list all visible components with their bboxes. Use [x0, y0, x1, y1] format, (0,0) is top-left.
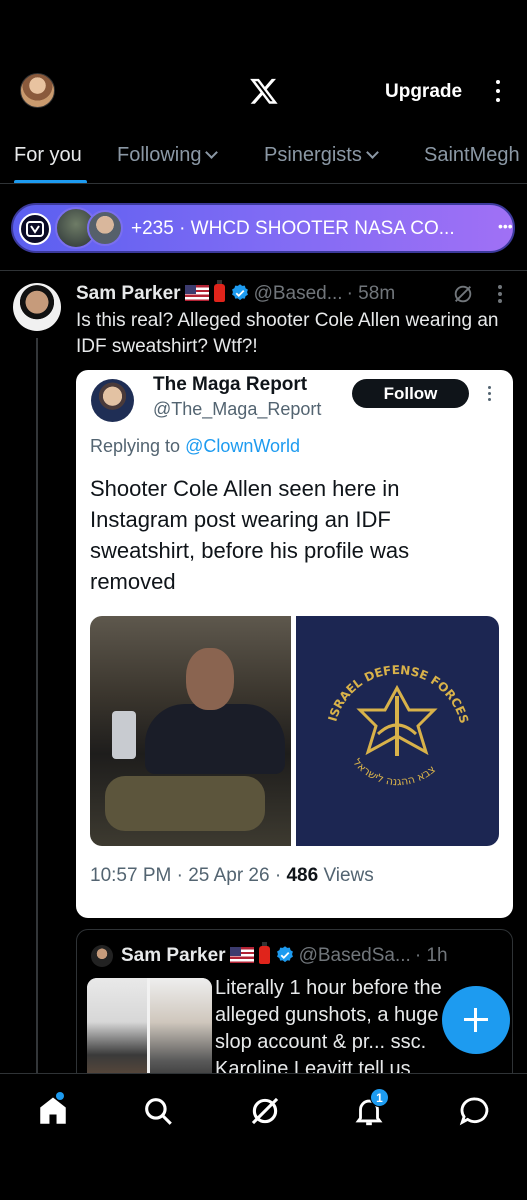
- quote2-header: Sam Parker @BasedSa... · 1h: [121, 942, 448, 967]
- quote2-author-avatar: [91, 945, 113, 967]
- quote-author-avatar[interactable]: [91, 379, 134, 422]
- grok-nav-icon[interactable]: [248, 1094, 282, 1128]
- quoted-post[interactable]: The Maga Report @The_Maga_Report Follow …: [76, 370, 513, 918]
- top-bar: Upgrade: [0, 0, 527, 130]
- idf-emblem-icon: [356, 684, 438, 756]
- tab-for-you[interactable]: For you: [14, 144, 82, 167]
- media-image-sweatshirt[interactable]: ISRAEL DEFENSE FORCES צבא ההגנה לישראל: [296, 616, 499, 846]
- verified-badge-icon: [276, 946, 293, 963]
- quote-text: Shooter Cole Allen seen here in Instagra…: [90, 476, 410, 594]
- search-icon[interactable]: [141, 1094, 175, 1128]
- us-flag-icon: [229, 947, 254, 963]
- grok-icon[interactable]: [452, 283, 474, 305]
- grok-logo-icon: [19, 213, 51, 245]
- new-posts-pill[interactable]: +235 · WHCD SHOOTER NASA CO... •••: [11, 203, 515, 253]
- home-icon[interactable]: [36, 1092, 70, 1128]
- verified-badge-icon: [231, 284, 248, 301]
- quote2-time: · 1h: [414, 945, 448, 966]
- chevron-down-icon: [205, 146, 219, 159]
- x-logo-icon: [250, 78, 278, 104]
- us-flag-icon: [184, 285, 209, 301]
- quote-time: 10:57 PM: [90, 865, 172, 886]
- sweatshirt-text-bottom: צבא ההגנה לישראל: [350, 756, 437, 788]
- replying-handle-link[interactable]: @ClownWorld: [185, 436, 300, 456]
- fire-extinguisher-icon: [213, 280, 225, 302]
- quote-author-name[interactable]: The Maga Report: [153, 374, 307, 396]
- profile-avatar[interactable]: [20, 73, 55, 108]
- post-more-icon[interactable]: [497, 284, 503, 306]
- tab-psinergists[interactable]: Psinergists: [264, 144, 379, 167]
- views-count: 486: [286, 865, 319, 886]
- thread-line: [36, 338, 38, 1073]
- post-header: Sam Parker @Based... · 58m: [76, 280, 396, 305]
- tab-following[interactable]: Following: [117, 144, 219, 167]
- chevron-down-icon: [365, 146, 379, 159]
- post-time: · 58m: [346, 283, 396, 304]
- replying-prefix: Replying to: [90, 436, 181, 456]
- unread-dot: [56, 1092, 64, 1100]
- notifications-icon[interactable]: 1: [352, 1088, 389, 1128]
- post-author-avatar[interactable]: [13, 283, 61, 331]
- tab-label: For you: [14, 144, 82, 166]
- fire-extinguisher-icon: [258, 942, 270, 964]
- replying-to: Replying to @ClownWorld: [90, 436, 300, 457]
- tab-label: SaintMegh: [424, 144, 520, 166]
- quote-more-icon[interactable]: [486, 385, 492, 407]
- svg-text:צבא ההגנה לישראל: צבא ההגנה לישראל: [350, 756, 437, 788]
- upgrade-button[interactable]: Upgrade: [385, 81, 462, 103]
- timeline-tabs: For you Following Psinergists SaintMegh: [0, 130, 527, 184]
- tab-saintmegh[interactable]: SaintMegh: [424, 144, 520, 167]
- more-vertical-icon[interactable]: [494, 78, 502, 106]
- pill-label: +235 · WHCD SHOOTER NASA CO...: [131, 218, 455, 239]
- quote-date: · 25 Apr 26 ·: [176, 865, 282, 886]
- quote-author-handle[interactable]: @The_Maga_Report: [153, 399, 321, 420]
- avatar: [87, 210, 123, 246]
- quote-meta: 10:57 PM · 25 Apr 26 · 486 Views: [90, 865, 374, 887]
- divider: [0, 270, 527, 271]
- author-handle[interactable]: @Based...: [254, 283, 343, 304]
- notifications-badge: 1: [370, 1088, 389, 1107]
- quote2-handle: @BasedSa...: [298, 945, 411, 966]
- views-label: Views: [323, 865, 374, 886]
- media-image-photo[interactable]: [90, 616, 291, 846]
- messages-icon[interactable]: [458, 1094, 492, 1128]
- author-name[interactable]: Sam Parker: [76, 283, 181, 304]
- follow-button[interactable]: Follow: [352, 379, 469, 408]
- quote2-author-name: Sam Parker: [121, 945, 226, 966]
- post-text: Is this real? Alleged shooter Cole Allen…: [76, 310, 499, 357]
- tab-label: Psinergists: [264, 144, 362, 166]
- tab-label: Following: [117, 144, 202, 166]
- active-tab-indicator: [14, 180, 87, 183]
- bottom-navigation: 1: [0, 1073, 527, 1200]
- quote2-media-thumbnail[interactable]: [87, 978, 212, 1088]
- more-horizontal-icon[interactable]: •••: [498, 218, 513, 234]
- compose-post-button[interactable]: [442, 986, 510, 1054]
